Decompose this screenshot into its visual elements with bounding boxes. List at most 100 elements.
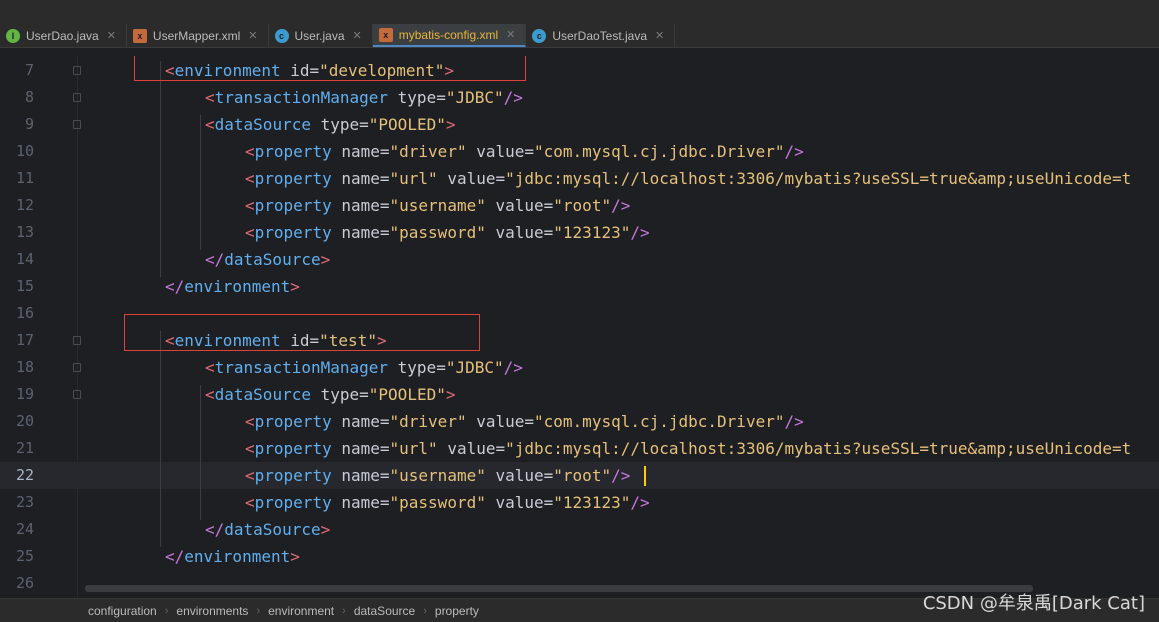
token-attr: name — [331, 493, 380, 512]
token-br: < — [245, 169, 255, 188]
tab-user-java[interactable]: c User.java ✕ — [269, 24, 373, 47]
token-close: </ — [205, 520, 225, 539]
breadcrumb-item-datasource[interactable]: dataSource — [346, 604, 423, 618]
token-val: "123123" — [553, 223, 631, 242]
breadcrumb-item-environment[interactable]: environment — [260, 604, 342, 618]
token-attr: type — [310, 385, 360, 404]
text-caret — [644, 466, 646, 486]
token-br: < — [245, 493, 255, 512]
code-line[interactable]: 12 <property name="username" value="root"… — [0, 192, 1159, 219]
token-eq: = — [524, 412, 535, 431]
breadcrumb-item-property[interactable]: property — [427, 604, 487, 618]
line-number: 11 — [15, 169, 34, 187]
title-bar — [0, 0, 1159, 25]
token-attr: name — [331, 466, 380, 485]
line-number: 19 — [15, 385, 34, 403]
code-line[interactable]: 22 <property name="username" value="root"… — [0, 462, 1159, 489]
token-val: "POOLED" — [368, 385, 446, 404]
close-icon[interactable]: ✕ — [655, 29, 664, 42]
line-number: 10 — [15, 142, 34, 160]
code-text: <property name="driver" value="com.mysql… — [245, 408, 804, 435]
token-br: > — [320, 520, 331, 539]
line-number: 12 — [15, 196, 34, 214]
token-attr: name — [331, 196, 380, 215]
token-br: < — [245, 412, 255, 431]
token-close: /> — [611, 196, 631, 215]
code-line[interactable]: 8 <transactionManager type="JDBC"/> — [0, 84, 1159, 111]
token-attr: name — [331, 142, 380, 161]
token-eq: = — [379, 493, 390, 512]
token-br: < — [205, 88, 215, 107]
code-line[interactable]: 25 </environment> — [0, 543, 1159, 570]
code-line[interactable]: 15 </environment> — [0, 273, 1159, 300]
code-line[interactable]: 19 <dataSource type="POOLED"> — [0, 381, 1159, 408]
close-icon[interactable]: ✕ — [506, 28, 515, 41]
token-eq: = — [379, 412, 390, 431]
code-line[interactable]: 10 <property name="driver" value="com.mys… — [0, 138, 1159, 165]
fold-marker-icon[interactable] — [73, 93, 81, 102]
token-tag: property — [254, 466, 332, 485]
code-line[interactable]: 18 <transactionManager type="JDBC"/> — [0, 354, 1159, 381]
token-tag: dataSource — [214, 385, 311, 404]
code-text: <property name="username" value="root"/> — [245, 192, 630, 219]
token-attr: value — [485, 493, 544, 512]
close-icon[interactable]: ✕ — [248, 29, 257, 42]
token-close: </ — [165, 277, 185, 296]
token-val: "driver" — [389, 142, 467, 161]
line-number: 26 — [15, 574, 34, 592]
token-close: /> — [630, 223, 650, 242]
close-icon[interactable]: ✕ — [353, 29, 362, 42]
tab-usermapper-xml[interactable]: x UserMapper.xml ✕ — [127, 24, 269, 47]
token-tag: property — [254, 493, 332, 512]
fold-marker-icon[interactable] — [73, 120, 81, 129]
line-number: 22 — [15, 466, 34, 484]
watermark: CSDN @牟泉禹[Dark Cat] — [922, 593, 1145, 614]
token-val: "JDBC" — [445, 88, 504, 107]
token-eq: = — [543, 493, 554, 512]
code-editor[interactable]: 7 <environment id="development"> 8 <transac… — [0, 56, 1159, 598]
code-line[interactable]: 20 <property name="driver" value="com.mys… — [0, 408, 1159, 435]
code-line[interactable]: 11 <property name="url" value="jdbc:mysql… — [0, 165, 1159, 192]
token-val: "password" — [389, 223, 486, 242]
tab-label: User.java — [294, 28, 345, 43]
token-val: "JDBC" — [445, 358, 504, 377]
fold-marker-icon[interactable] — [73, 66, 81, 75]
token-eq: = — [543, 196, 554, 215]
tab-mybatis-config-xml[interactable]: x mybatis-config.xml ✕ — [372, 24, 527, 47]
token-val: "url" — [389, 439, 438, 458]
token-close: /> — [503, 88, 523, 107]
token-eq: = — [379, 466, 390, 485]
code-line[interactable]: 24 </dataSource> — [0, 516, 1159, 543]
token-attr: value — [466, 142, 525, 161]
breadcrumb-item-environments[interactable]: environments — [168, 604, 256, 618]
code-line[interactable]: 21 <property name="url" value="jdbc:mysql… — [0, 435, 1159, 462]
token-br: < — [205, 115, 215, 134]
token-eq: = — [543, 466, 554, 485]
code-line[interactable]: 14 </dataSource> — [0, 246, 1159, 273]
token-val: "root" — [553, 196, 612, 215]
line-number: 16 — [15, 304, 34, 322]
tab-userdaotest-java[interactable]: c UserDaoTest.java ✕ — [526, 24, 676, 47]
token-tag: environment — [184, 547, 291, 566]
close-icon[interactable]: ✕ — [107, 29, 116, 42]
breadcrumb-item-configuration[interactable]: configuration — [80, 604, 165, 618]
token-close: /> — [630, 493, 650, 512]
horizontal-scrollbar[interactable] — [85, 585, 1033, 592]
code-line[interactable]: 9 <dataSource type="POOLED"> — [0, 111, 1159, 138]
code-line[interactable]: 23 <property name="password" value="12312… — [0, 489, 1159, 516]
tab-userdao-java[interactable]: I UserDao.java ✕ — [0, 24, 127, 47]
fold-marker-icon[interactable] — [73, 363, 81, 372]
fold-marker-icon[interactable] — [73, 336, 81, 345]
token-close: /> — [611, 466, 631, 485]
code-line[interactable]: 13 <property name="password" value="12312… — [0, 219, 1159, 246]
token-attr: name — [331, 412, 380, 431]
line-number: 7 — [24, 61, 34, 79]
token-val: "jdbc:mysql://localhost:3306/mybatis?use… — [505, 439, 1132, 458]
line-number: 9 — [24, 115, 34, 133]
fold-marker-icon[interactable] — [73, 390, 81, 399]
indent-guide — [160, 331, 161, 547]
token-val: "123123" — [553, 493, 631, 512]
token-tag: dataSource — [214, 115, 311, 134]
line-number: 8 — [24, 88, 34, 106]
line-number: 25 — [15, 547, 34, 565]
